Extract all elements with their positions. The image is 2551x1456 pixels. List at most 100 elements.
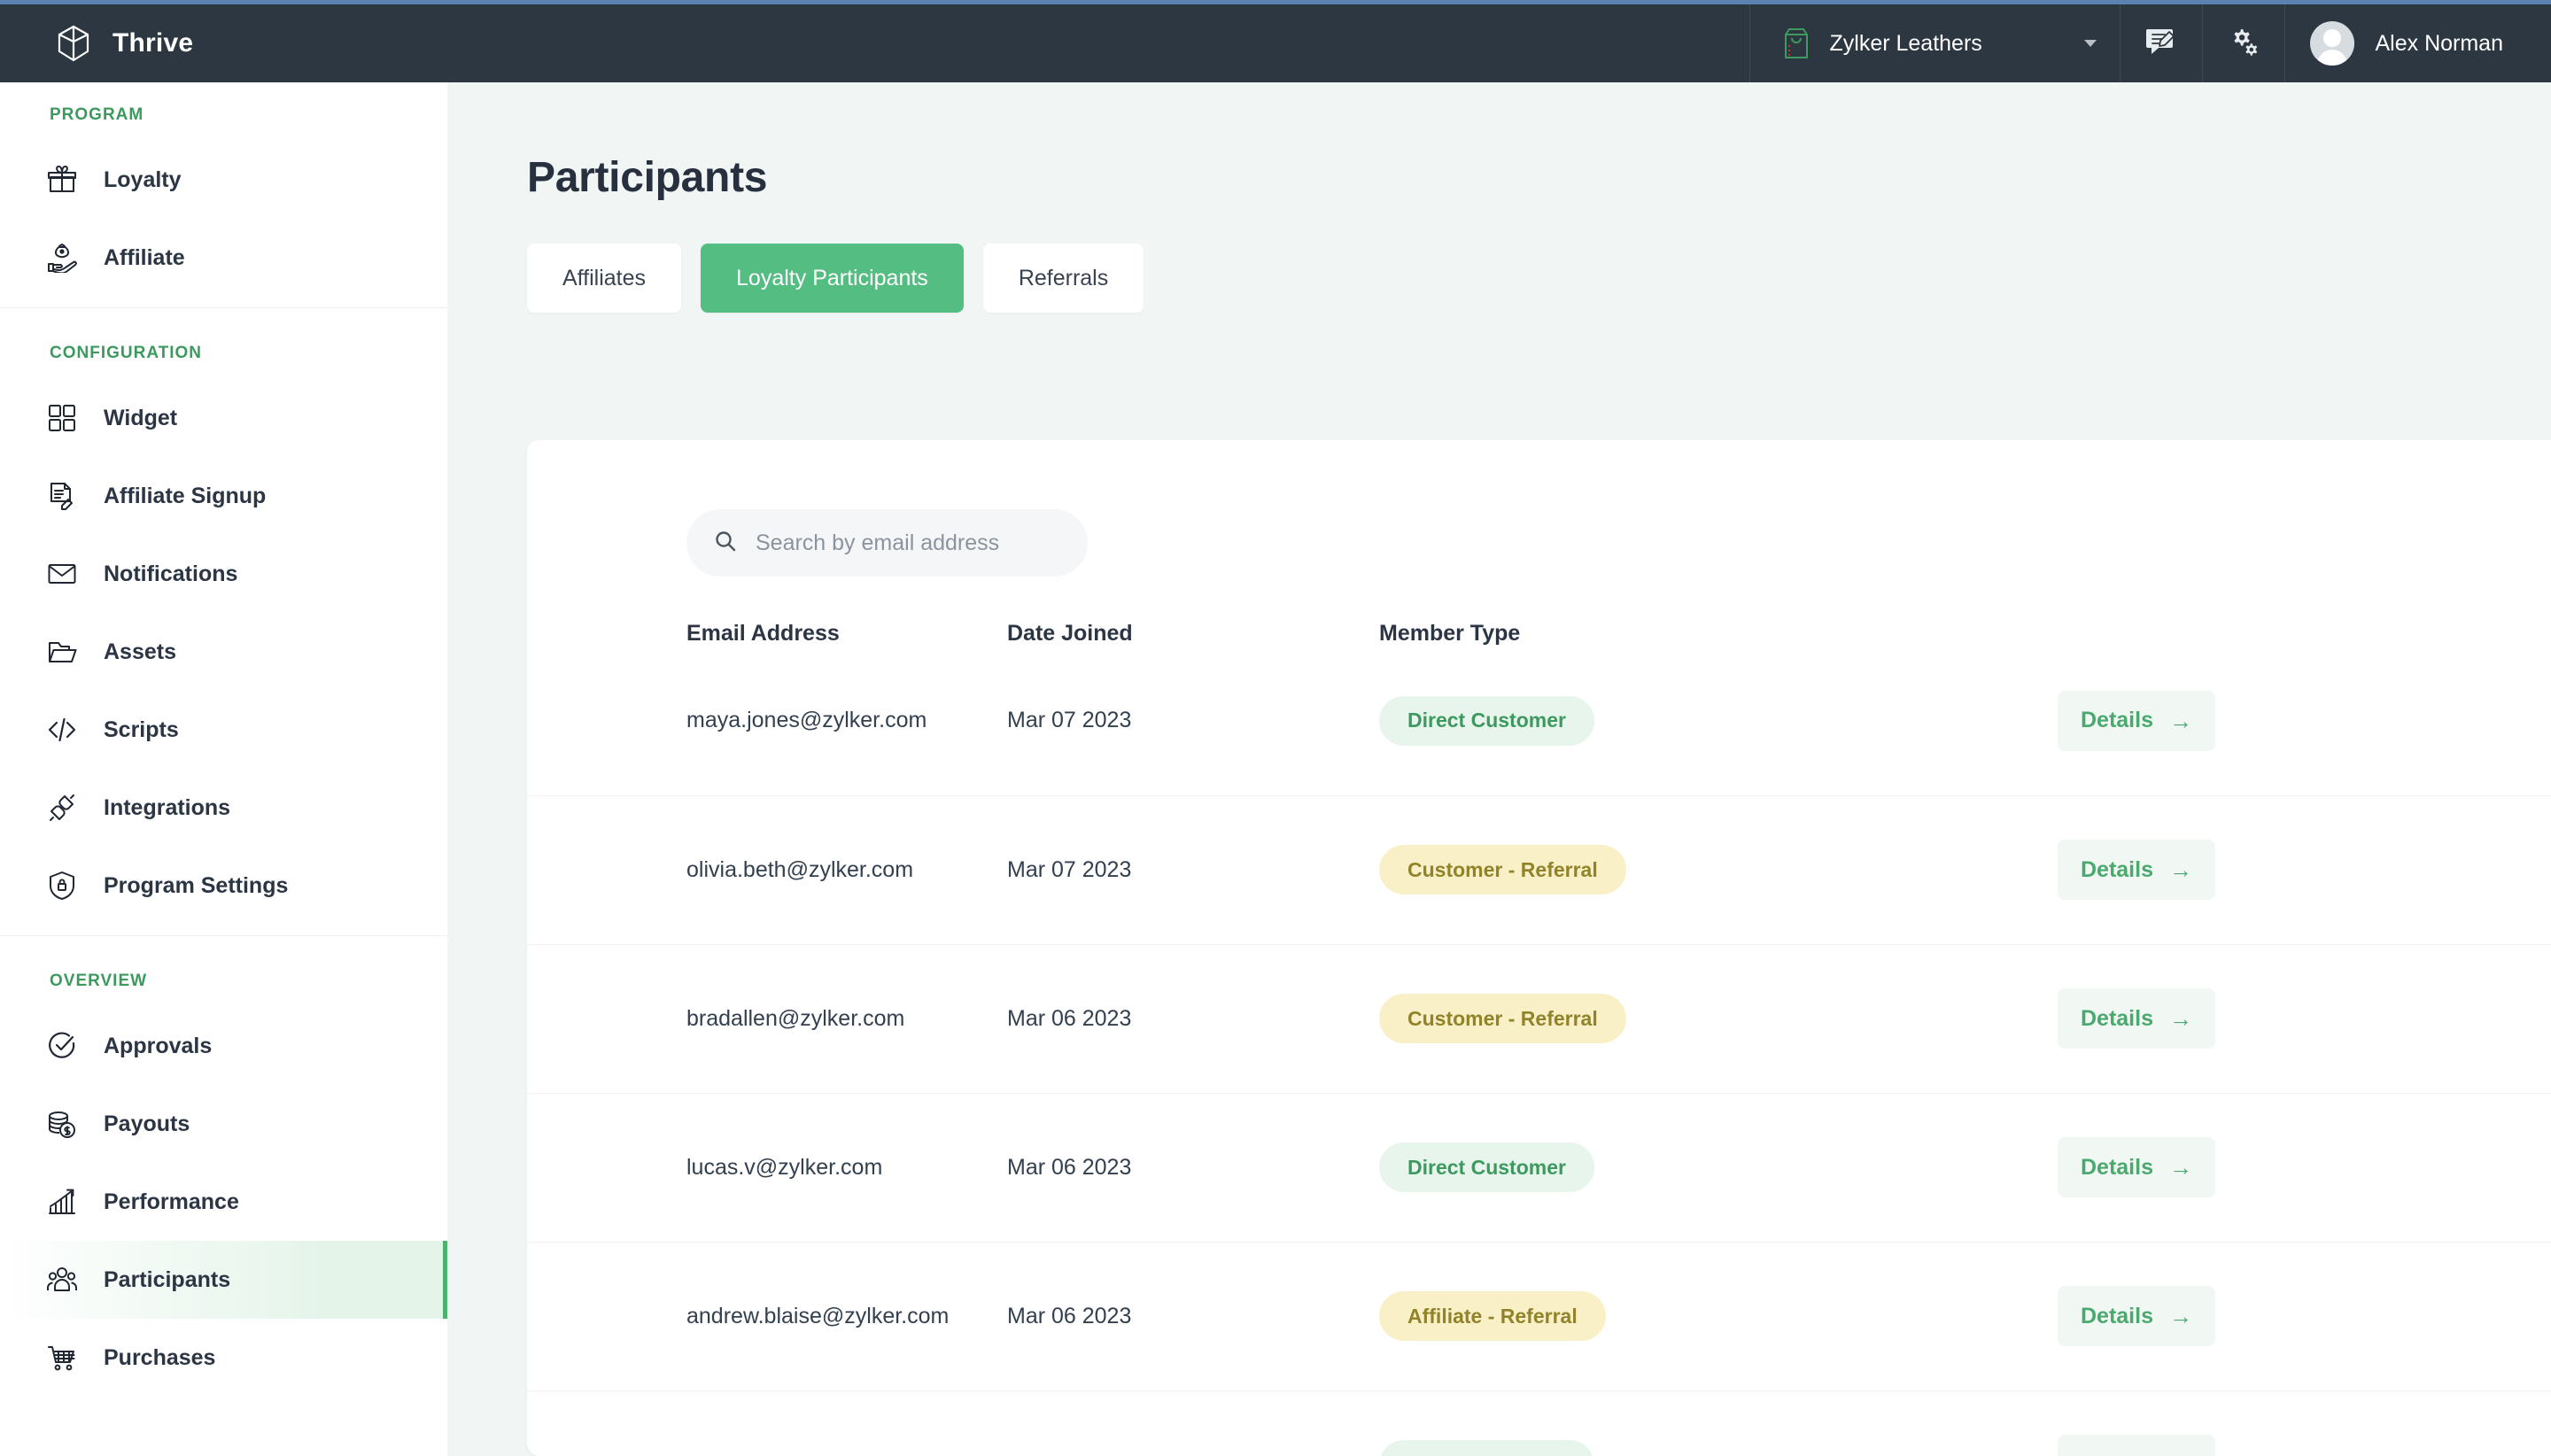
- sidebar-item-label: Purchases: [104, 1344, 216, 1370]
- cell-date-joined: Aug 11 2022: [1007, 1390, 1379, 1456]
- tab-loyalty-participants[interactable]: Loyalty Participants: [701, 244, 964, 313]
- cell-date-joined: Mar 07 2023: [1007, 708, 1132, 733]
- details-button[interactable]: Details→: [2058, 1435, 2215, 1456]
- sidebar-item-label: Widget: [104, 405, 178, 430]
- details-button[interactable]: Details→: [2058, 988, 2215, 1049]
- tab-affiliates[interactable]: Affiliates: [527, 244, 682, 313]
- table-row: lucas.v@zylker.com Mar 06 2023 Direct Cust…: [527, 1092, 2551, 1242]
- sidebar-item-label: Affiliate Signup: [104, 483, 267, 508]
- sidebar-item-label: Scripts: [104, 716, 179, 742]
- details-button-label: Details: [2081, 856, 2153, 882]
- participants-card: Email Address Date Joined Member Type ma…: [527, 440, 2551, 1456]
- sidebar-item-program-settings[interactable]: Program Settings: [0, 847, 447, 925]
- chat-edit-icon: [2144, 25, 2178, 63]
- app-header: Thrive Zylker Leathers Alex Norman: [0, 4, 2551, 82]
- cell-email: bradallen@zylker.com: [527, 943, 1007, 1093]
- bar-chart-arrow-icon: [47, 1187, 77, 1217]
- sidebar-heading-configuration: CONFIGURATION: [50, 344, 203, 362]
- sidebar-item-purchases[interactable]: Purchases: [0, 1319, 447, 1397]
- plug-connect-icon: [47, 793, 77, 823]
- table-header-row: Email Address Date Joined Member Type: [527, 577, 2551, 647]
- people-group-icon: [47, 1265, 77, 1295]
- cell-member-type: Customer - Referral: [1379, 943, 1999, 1093]
- details-button-label: Details: [2081, 1452, 2153, 1456]
- details-button[interactable]: Details →: [2058, 1286, 2215, 1346]
- cell-member-type: Customer - Referral: [1379, 794, 1999, 944]
- cell-action: Details →: [1999, 1241, 2551, 1390]
- details-button-label: Details: [2081, 1303, 2153, 1328]
- user-name: Alex Norman: [2375, 30, 2504, 56]
- sidebar-item-scripts[interactable]: Scripts: [0, 691, 447, 769]
- sidebar-item-notifications[interactable]: Notifications: [0, 535, 447, 613]
- search-icon: [713, 529, 738, 558]
- participants-table: Email Address Date Joined Member Type ma…: [527, 577, 2551, 1456]
- cell-member-type: Affiliate - Referral: [1379, 1241, 1999, 1390]
- settings-button[interactable]: [2201, 4, 2284, 82]
- status-badge: Direct Customer: [1379, 695, 1594, 746]
- column-header-action: [1999, 577, 2551, 647]
- status-badge: Customer - Referral: [1379, 994, 1626, 1043]
- shield-lock-icon: [47, 871, 77, 901]
- gears-icon: [2227, 25, 2260, 63]
- sidebar-item-label: Assets: [104, 639, 176, 664]
- sidebar-item-participants[interactable]: Participants: [0, 1241, 447, 1319]
- brand[interactable]: Thrive: [0, 4, 447, 82]
- tab-referrals[interactable]: Referrals: [982, 244, 1144, 313]
- cell-email: lucas.v@zylker.com: [527, 1092, 1007, 1242]
- sidebar-item-assets[interactable]: Assets: [0, 613, 447, 691]
- user-avatar-icon: [2309, 21, 2354, 66]
- feedback-button[interactable]: [2119, 4, 2202, 82]
- status-badge: Direct Customer: [1379, 1440, 1594, 1456]
- cell-date-joined: Mar 06 2023: [1007, 1092, 1379, 1242]
- search-box[interactable]: [686, 509, 1088, 577]
- column-header-email: Email Address: [686, 621, 840, 646]
- sidebar-item-loyalty[interactable]: Loyalty: [0, 141, 447, 219]
- user-menu[interactable]: Alex Norman: [2283, 4, 2551, 82]
- cube-logo-icon: [56, 25, 91, 62]
- table-row: andrew.blaise@zylker.com Mar 06 2023 Affil…: [527, 1241, 2551, 1390]
- sidebar-item-label: Program Settings: [104, 872, 289, 898]
- grid-squares-icon: [47, 403, 77, 433]
- sidebar-item-affiliate-signup[interactable]: Affiliate Signup: [0, 457, 447, 535]
- coins-dollar-icon: [47, 1109, 77, 1139]
- table-row: cecily.a@zylker.comAug 11 2022Direct Cus…: [527, 1390, 2551, 1456]
- search-input[interactable]: [756, 530, 1061, 556]
- cell-action: Details→: [1999, 1390, 2551, 1456]
- gift-icon: [47, 165, 77, 195]
- org-name: Zylker Leathers: [1829, 30, 1982, 56]
- sidebar-heading-program: PROGRAM: [50, 105, 144, 124]
- table-body: maya.jones@zylker.com Mar 07 2023 Direct C…: [527, 647, 2551, 1456]
- cell-action: Details →: [1999, 794, 2551, 944]
- code-brackets-icon: [47, 715, 77, 745]
- table-row: maya.jones@zylker.com Mar 07 2023 Direct C…: [527, 647, 2551, 795]
- table-row: olivia.beth@zylker.com Mar 07 2023 Custome…: [527, 794, 2551, 944]
- sidebar-item-performance[interactable]: Performance: [0, 1163, 447, 1241]
- cell-member-type: Direct Customer: [1379, 1390, 1999, 1456]
- top-accent-bar: [0, 0, 2551, 4]
- sidebar-item-label: Participants: [104, 1266, 231, 1292]
- details-button[interactable]: Details →: [2058, 840, 2215, 900]
- chevron-down-icon[interactable]: [2083, 40, 2097, 47]
- status-badge: Direct Customer: [1379, 1142, 1594, 1192]
- sidebar-item-approvals[interactable]: Approvals: [0, 1007, 447, 1085]
- cell-date-joined: Mar 06 2023: [1007, 943, 1379, 1093]
- cell-email: andrew.blaise@zylker.com: [527, 1241, 1007, 1390]
- sidebar-item-integrations[interactable]: Integrations: [0, 769, 447, 847]
- tab-bar: Affiliates Loyalty Participants Referrals: [447, 202, 2551, 313]
- sidebar-item-affiliate[interactable]: Affiliate: [0, 219, 447, 297]
- cell-email: olivia.beth@zylker.com: [527, 794, 1007, 944]
- sidebar-item-payouts[interactable]: Payouts: [0, 1085, 447, 1163]
- cell-email: cecily.a@zylker.com: [527, 1390, 1007, 1456]
- sidebar-item-widget[interactable]: Widget: [0, 379, 447, 457]
- arrow-right-icon: →: [2168, 1303, 2192, 1329]
- org-switcher[interactable]: Zylker Leathers: [1748, 4, 2120, 82]
- arrow-right-icon: →: [2168, 856, 2192, 883]
- details-button-label: Details: [2081, 1005, 2153, 1031]
- sidebar-heading-overview: OVERVIEW: [50, 972, 148, 990]
- cell-action: Details→: [1999, 1092, 2551, 1242]
- details-button[interactable]: Details→: [2058, 690, 2215, 751]
- cell-member-type: Direct Customer: [1379, 647, 1999, 795]
- header-spacer: [447, 4, 1749, 82]
- details-button[interactable]: Details→: [2058, 1137, 2215, 1197]
- envelope-icon: [47, 559, 77, 589]
